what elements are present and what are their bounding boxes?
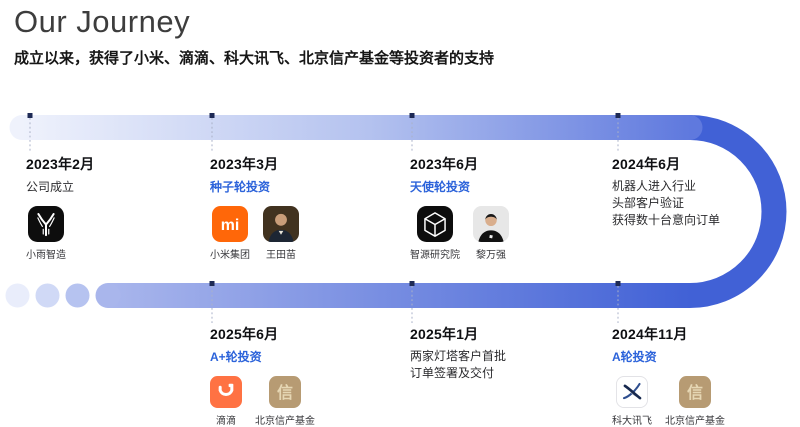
logo-label: 滴滴 [216, 416, 236, 427]
marker-square [615, 113, 621, 118]
milestone-line: 获得数十台意向订单 [612, 212, 721, 227]
milestone-top-1: 2023年2月 公司成立小雨智造 [26, 154, 94, 261]
marker-square [409, 113, 415, 118]
dot-2 [35, 283, 60, 308]
milestone-date: 2025年1月 [410, 326, 479, 342]
logo-label: 王田苗 [266, 250, 296, 261]
logo-label: 北京信产基金 [255, 416, 315, 427]
logo-row: 小雨智造 [26, 206, 66, 261]
page-subtitle: 成立以来，获得了小米、滴滴、科大讯飞、北京信产基金等投资者的支持 [14, 50, 495, 67]
milestone-label: 种子轮投资 [210, 180, 271, 194]
milestone-line: 两家灯塔客户首批 [410, 349, 507, 363]
milestone-line: 头部客户验证 [612, 195, 685, 210]
logo-label: 黎万强 [476, 250, 506, 261]
milestone-bottom-2: 2025年1月两家灯塔客户首批 订单签署及交付 [410, 324, 506, 382]
logo-label: 小米集团 [210, 250, 250, 261]
logo-xiaoyu: 小雨智造 [26, 206, 66, 261]
bottom-band-cap [95, 283, 121, 308]
logo-xiaomi: mi 小米集团 [210, 206, 250, 261]
page-title: Our Journey [14, 4, 191, 39]
logo-row: 滴滴 信北京信产基金 [210, 376, 315, 427]
marker-square [615, 281, 621, 286]
dot-3 [65, 283, 90, 308]
marker-square [409, 281, 415, 286]
logo-li: 黎万强 [473, 206, 509, 261]
logo-label: 智源研究院 [410, 250, 460, 261]
logo-row: 智源研究院 黎万强 [410, 206, 509, 261]
milestone-top-2: 2023年3月 种子轮投资 mi 小米集团 王田苗 [210, 154, 299, 261]
logo-wang: 王田苗 [263, 206, 299, 261]
milestone-bottom-1: 2025年6月 A+轮投资滴滴 信北京信产基金 [210, 324, 315, 427]
logo-baai: 智源研究院 [410, 206, 460, 261]
milestone-label: 公司成立 [26, 180, 75, 194]
logo-row: mi 小米集团 王田苗 [210, 206, 299, 261]
milestone-date: 2023年2月 [26, 156, 95, 172]
milestone-bottom-3: 2024年11月 A轮投资科大讯飞 信北京信产基金 [612, 324, 725, 427]
journey-slide: Our Journey 成立以来，获得了小米、滴滴、科大讯飞、北京信产基金等投资… [0, 0, 800, 427]
logo-fund: 信北京信产基金 [255, 376, 315, 427]
dot-1 [5, 283, 30, 308]
svg-text:信: 信 [687, 383, 703, 402]
iflytek-logo-icon [616, 376, 648, 408]
svg-text:mi: mi [221, 217, 240, 234]
marker-square [209, 281, 215, 286]
milestone-date: 2024年6月 [612, 156, 681, 172]
milestone-label: 天使轮投资 [410, 180, 471, 194]
milestone-top-3: 2023年6月 天使轮投资智源研究院 黎万强 [410, 154, 509, 261]
logo-row: 科大讯飞 信北京信产基金 [612, 376, 725, 427]
marker-square [209, 113, 215, 118]
milestone-date: 2025年6月 [210, 326, 279, 342]
logo-label: 小雨智造 [26, 250, 66, 261]
marker-square [27, 113, 33, 118]
milestone-line: 订单签署及交付 [410, 365, 495, 380]
fund-logo-icon: 信 [269, 376, 301, 408]
milestone-label: A轮投资 [612, 350, 657, 364]
xiaoyu-logo-icon [28, 206, 64, 242]
logo-label: 科大讯飞 [612, 416, 652, 427]
milestone-label: A+轮投资 [210, 350, 262, 364]
milestone-line: 机器人进入行业 [612, 179, 697, 193]
fund-logo-icon: 信 [679, 376, 711, 408]
milestone-top-4: 2024年6月机器人进入行业 头部客户验证获得数十台意向订单 [612, 154, 720, 228]
milestone-date: 2024年11月 [612, 326, 688, 342]
svg-text:信: 信 [277, 383, 293, 402]
progress-dots [5, 283, 90, 308]
milestone-date: 2023年6月 [410, 156, 479, 172]
milestone-date: 2023年3月 [210, 156, 279, 172]
logo-fund: 信北京信产基金 [665, 376, 725, 427]
logo-iflytek: 科大讯飞 [612, 376, 652, 427]
baai-logo-icon [417, 206, 453, 242]
header: Our Journey 成立以来，获得了小米、滴滴、科大讯飞、北京信产基金等投资… [14, 4, 494, 68]
logo-label: 北京信产基金 [665, 416, 725, 427]
li-logo-icon [473, 206, 509, 242]
wang-logo-icon [263, 206, 299, 242]
didi-logo-icon [210, 376, 242, 408]
logo-didi: 滴滴 [210, 376, 242, 427]
xiaomi-logo-icon: mi [212, 206, 248, 242]
